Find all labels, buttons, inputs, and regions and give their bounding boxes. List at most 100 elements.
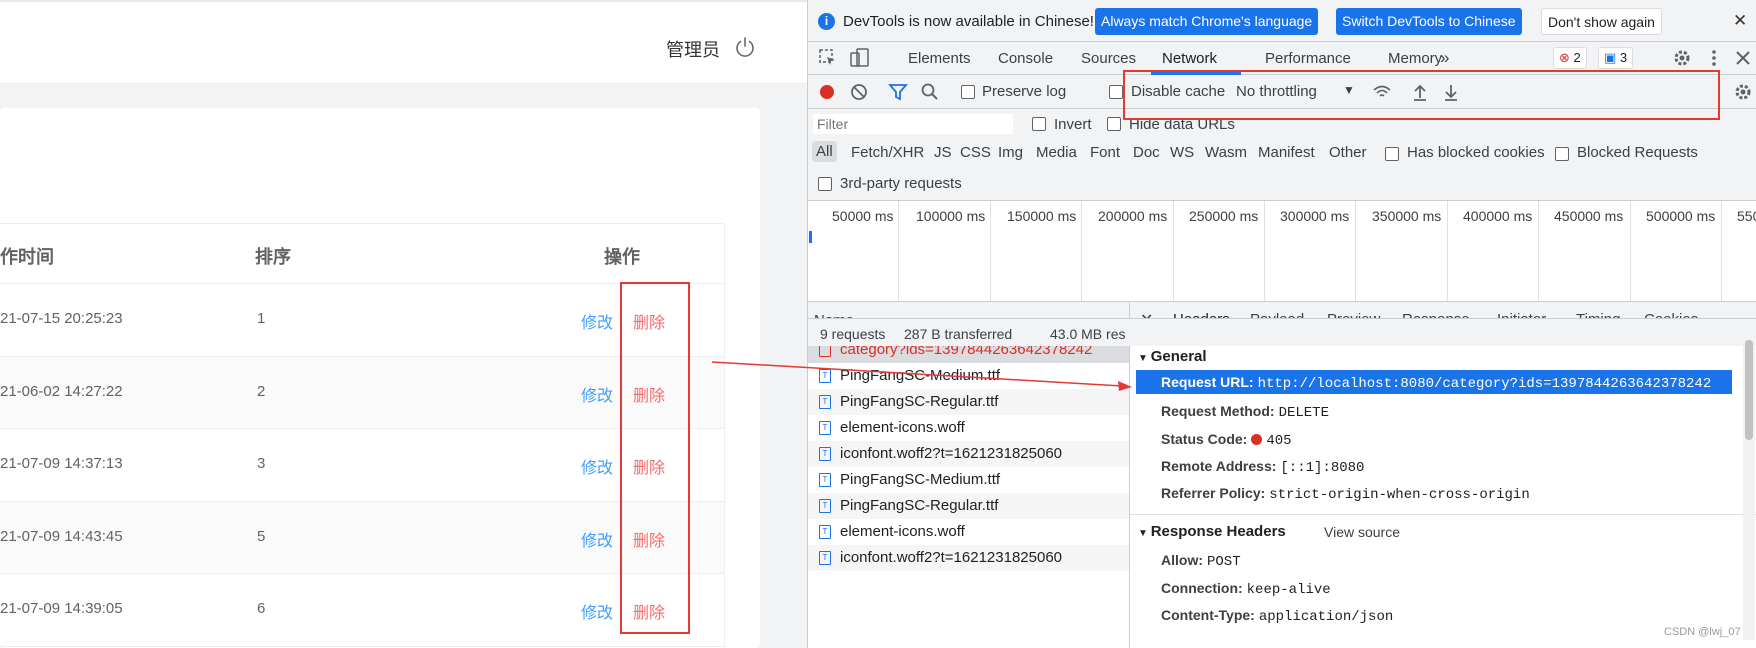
export-har-icon[interactable] bbox=[1441, 82, 1461, 102]
filter-input[interactable] bbox=[813, 114, 1013, 134]
cell-sort: 2 bbox=[257, 382, 266, 400]
request-row[interactable]: T PingFangSC-Medium.ttf bbox=[808, 467, 1129, 493]
search-icon[interactable] bbox=[920, 82, 940, 102]
details-scrollbar[interactable] bbox=[1743, 340, 1755, 640]
tab-sources[interactable]: Sources bbox=[1081, 50, 1136, 67]
response-headers-section-toggle[interactable]: ▼ Response Headers bbox=[1138, 523, 1286, 540]
settings-gear-icon[interactable] bbox=[1672, 48, 1692, 68]
delete-button[interactable]: 删除 bbox=[633, 309, 665, 333]
edit-button[interactable]: 修改 bbox=[581, 599, 613, 623]
table-row: 21-06-02 14:27:22 2 修改 删除 bbox=[0, 356, 724, 429]
delete-button[interactable]: 删除 bbox=[633, 382, 665, 406]
request-row[interactable]: T element-icons.woff bbox=[808, 415, 1129, 441]
filter-type-media[interactable]: Media bbox=[1036, 144, 1077, 161]
request-row[interactable]: T iconfont.woff2?t=1621231825060 bbox=[808, 441, 1129, 467]
transferred-size: 287 B transferred bbox=[904, 326, 1013, 342]
infobar-close-icon[interactable]: ✕ bbox=[1733, 11, 1747, 31]
request-row[interactable]: T iconfont.woff2?t=1621231825060 bbox=[808, 545, 1129, 571]
font-file-icon: T bbox=[819, 499, 831, 513]
request-row[interactable]: T PingFangSC-Regular.ttf bbox=[808, 493, 1129, 519]
filter-type-manifest[interactable]: Manifest bbox=[1258, 144, 1315, 161]
power-icon[interactable] bbox=[733, 35, 757, 59]
throttling-select[interactable]: No throttling bbox=[1236, 83, 1317, 100]
filter-type-js[interactable]: JS bbox=[934, 144, 952, 161]
chevron-down-icon[interactable]: ▼ bbox=[1343, 83, 1355, 97]
remote-address-field: Remote Address: [::1]:8080 bbox=[1161, 458, 1364, 476]
request-row[interactable]: T element-icons.woff bbox=[808, 519, 1129, 545]
match-language-button[interactable]: Always match Chrome's language bbox=[1095, 8, 1319, 35]
filter-icon[interactable] bbox=[888, 82, 908, 102]
scrollbar-thumb[interactable] bbox=[1745, 340, 1753, 440]
request-name: iconfont.woff2?t=1621231825060 bbox=[840, 549, 1063, 566]
third-party-checkbox[interactable] bbox=[818, 177, 832, 191]
more-tabs-icon[interactable]: » bbox=[1440, 48, 1449, 68]
dont-show-again-button[interactable]: Don't show again bbox=[1541, 8, 1662, 35]
timeline-tick-label: 450000 ms bbox=[1554, 208, 1624, 224]
tab-elements[interactable]: Elements bbox=[908, 50, 971, 67]
has-blocked-cookies-checkbox[interactable] bbox=[1385, 147, 1399, 161]
filter-type-other[interactable]: Other bbox=[1329, 144, 1367, 161]
cell-time: 21-07-09 14:39:05 bbox=[0, 600, 123, 617]
delete-button[interactable]: 删除 bbox=[633, 599, 665, 623]
request-url-row[interactable]: Request URL: http://localhost:8080/catego… bbox=[1136, 370, 1732, 394]
tab-memory[interactable]: Memory bbox=[1388, 50, 1442, 67]
filter-type-font[interactable]: Font bbox=[1090, 144, 1120, 161]
delete-button[interactable]: 删除 bbox=[633, 527, 665, 551]
network-conditions-icon[interactable] bbox=[1372, 82, 1392, 102]
filter-type-doc[interactable]: Doc bbox=[1133, 144, 1160, 161]
disable-cache-checkbox[interactable] bbox=[1109, 85, 1123, 99]
errors-badge[interactable]: ⊗ 2 bbox=[1553, 47, 1587, 69]
admin-app: 管理员 作时间 排序 操作 21-07-15 20:25:23 1 修改 删除 … bbox=[0, 0, 808, 648]
blocked-requests-checkbox[interactable] bbox=[1555, 147, 1569, 161]
inspect-element-icon[interactable] bbox=[818, 48, 838, 68]
triangle-down-icon: ▼ bbox=[1138, 528, 1151, 539]
tab-network[interactable]: Network bbox=[1162, 50, 1217, 67]
admin-username[interactable]: 管理员 bbox=[666, 36, 720, 62]
filter-type-css[interactable]: CSS bbox=[960, 144, 991, 161]
view-source-link[interactable]: View source bbox=[1324, 524, 1400, 540]
import-har-icon[interactable] bbox=[1410, 82, 1430, 102]
network-overview-timeline[interactable]: 50000 ms 100000 ms 150000 ms 200000 ms 2… bbox=[808, 201, 1756, 302]
font-file-icon: T bbox=[819, 421, 831, 435]
hide-data-urls-checkbox[interactable] bbox=[1107, 117, 1121, 131]
network-settings-gear-icon[interactable] bbox=[1733, 82, 1753, 102]
timeline-gridline bbox=[1355, 201, 1356, 301]
filter-type-img[interactable]: Img bbox=[998, 144, 1023, 161]
app-header: 管理员 bbox=[0, 0, 808, 84]
filter-type-all[interactable]: All bbox=[812, 141, 837, 162]
record-icon[interactable] bbox=[817, 82, 837, 102]
connection-field: Connection: keep-alive bbox=[1161, 580, 1331, 598]
edit-button[interactable]: 修改 bbox=[581, 454, 613, 478]
header-sort: 排序 bbox=[255, 247, 291, 267]
clear-icon[interactable] bbox=[849, 82, 869, 102]
timeline-tick-label: 500000 ms bbox=[1646, 208, 1716, 224]
close-devtools-icon[interactable] bbox=[1733, 48, 1753, 68]
request-method-label: Request Method: bbox=[1161, 403, 1275, 419]
delete-button[interactable]: 删除 bbox=[633, 454, 665, 478]
edit-button[interactable]: 修改 bbox=[581, 527, 613, 551]
invert-checkbox[interactable] bbox=[1032, 117, 1046, 131]
timeline-gridline bbox=[1538, 201, 1539, 301]
device-toolbar-icon[interactable] bbox=[850, 48, 870, 68]
remote-address-value: [::1]:8080 bbox=[1280, 460, 1365, 476]
blocked-requests-label: Blocked Requests bbox=[1577, 144, 1698, 161]
general-section-toggle[interactable]: ▼ General bbox=[1138, 348, 1207, 365]
connection-value: keep-alive bbox=[1246, 582, 1331, 598]
request-row[interactable]: T PingFangSC-Medium.ttf bbox=[808, 363, 1129, 389]
timeline-gridline bbox=[990, 201, 991, 301]
more-options-icon[interactable] bbox=[1704, 48, 1724, 68]
content-type-label: Content-Type: bbox=[1161, 607, 1255, 623]
tab-performance[interactable]: Performance bbox=[1265, 50, 1351, 67]
switch-chinese-button[interactable]: Switch DevTools to Chinese bbox=[1336, 8, 1522, 35]
timeline-tick-label: 100000 ms bbox=[916, 208, 986, 224]
filter-type-ws[interactable]: WS bbox=[1170, 144, 1194, 161]
timeline-gridline bbox=[1173, 201, 1174, 301]
request-row[interactable]: T PingFangSC-Regular.ttf bbox=[808, 389, 1129, 415]
filter-type-fetch-xhr[interactable]: Fetch/XHR bbox=[851, 144, 924, 161]
edit-button[interactable]: 修改 bbox=[581, 382, 613, 406]
tab-console[interactable]: Console bbox=[998, 50, 1053, 67]
edit-button[interactable]: 修改 bbox=[581, 309, 613, 333]
messages-badge[interactable]: ▣ 3 bbox=[1598, 47, 1634, 69]
filter-type-wasm[interactable]: Wasm bbox=[1205, 144, 1247, 161]
preserve-log-checkbox[interactable] bbox=[961, 85, 975, 99]
